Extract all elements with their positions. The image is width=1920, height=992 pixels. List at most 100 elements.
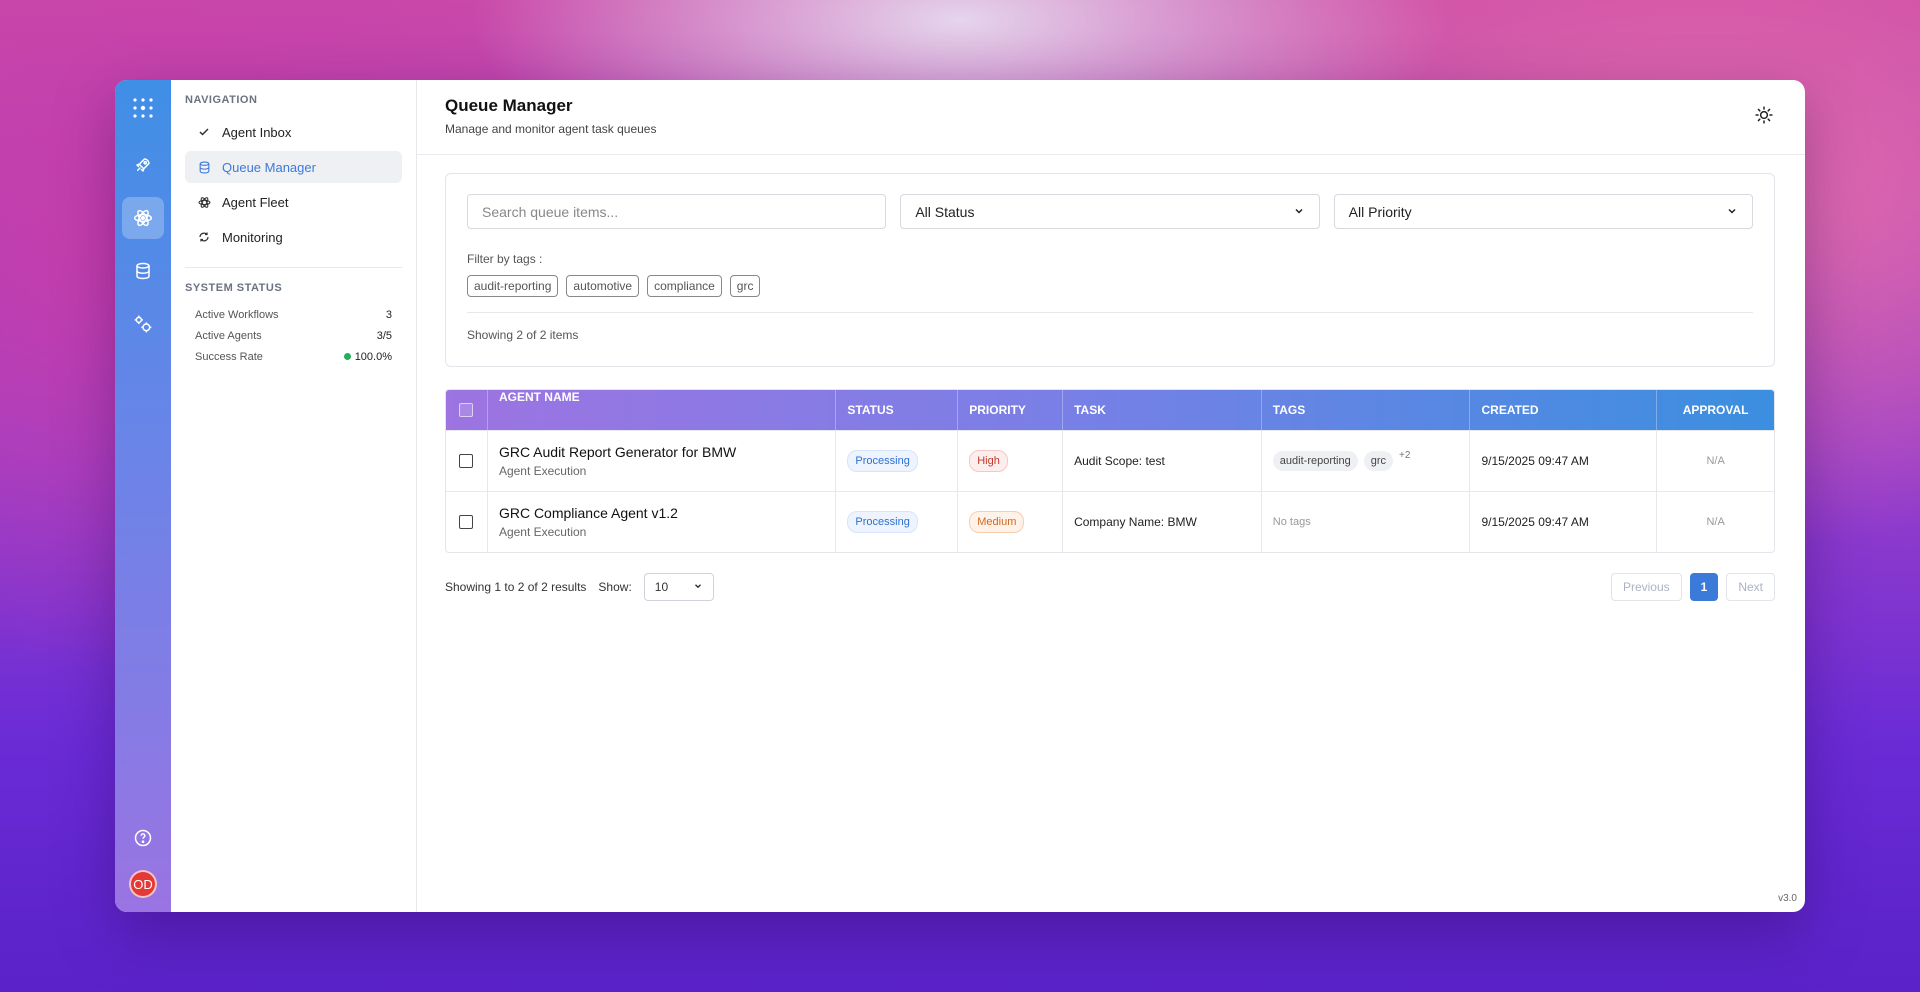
column-header[interactable]: STATUS <box>836 390 959 430</box>
atom-icon <box>197 195 211 209</box>
nav-item-label: Agent Inbox <box>222 124 292 140</box>
divider <box>467 312 1753 313</box>
status-badge: Processing <box>847 511 918 533</box>
approval-cell: N/A <box>1657 492 1774 552</box>
database-icon <box>197 160 211 174</box>
stat-label: Active Agents <box>195 329 262 342</box>
row-tag: grc <box>1363 451 1394 471</box>
sun-icon[interactable] <box>1755 106 1775 126</box>
chevron-down-icon <box>693 580 703 594</box>
priority-select-value: All Priority <box>1348 203 1412 220</box>
approval-value: N/A <box>1706 516 1725 528</box>
stat-value: 100.0% <box>354 350 392 363</box>
row-select-cell <box>446 431 488 491</box>
status-cell: Processing <box>836 431 959 491</box>
row-checkbox[interactable] <box>459 454 474 468</box>
tag-filter-list: audit-reporting automotive compliance gr… <box>467 275 1753 297</box>
nav-item-label: Agent Fleet <box>222 194 289 210</box>
column-header[interactable]: CREATED <box>1470 390 1658 430</box>
priority-select[interactable]: All Priority <box>1333 194 1753 229</box>
nav-item-queue-manager[interactable]: Queue Manager <box>185 151 402 183</box>
created-cell: 9/15/2025 09:47 AM <box>1470 431 1658 491</box>
icon-rail: OD <box>115 80 171 912</box>
select-all-checkbox[interactable] <box>459 403 474 417</box>
status-badge: Processing <box>847 450 918 472</box>
agent-type: Agent Execution <box>498 525 587 539</box>
tags-cell: audit-reporting grc +2 <box>1262 431 1471 491</box>
next-page-button[interactable]: Next <box>1726 573 1775 601</box>
page-header: Queue Manager Manage and monitor agent t… <box>417 80 1805 155</box>
nav-heading: NAVIGATION <box>185 94 258 106</box>
tags-cell: No tags <box>1262 492 1471 552</box>
row-tag: audit-reporting <box>1272 451 1358 471</box>
column-header[interactable]: PRIORITY <box>958 390 1064 430</box>
column-header[interactable]: AGENT NAME <box>488 390 837 430</box>
approval-cell: N/A <box>1657 431 1774 491</box>
page-button[interactable]: 1 <box>1689 573 1719 601</box>
queue-table: AGENT NAME STATUS PRIORITY TASK TAGS CRE… <box>445 389 1775 553</box>
nav-item-label: Monitoring <box>222 229 283 245</box>
tag-filter-chip[interactable]: grc <box>729 275 761 297</box>
agent-type: Agent Execution <box>498 464 587 478</box>
status-select[interactable]: All Status <box>900 194 1320 229</box>
stat-value-wrap: 100.0% <box>343 350 392 363</box>
system-status-heading: SYSTEM STATUS <box>185 282 283 294</box>
items-count: Showing 2 of 2 items <box>467 328 579 342</box>
page-subtitle: Manage and monitor agent task queues <box>445 122 657 136</box>
help-icon[interactable] <box>134 829 152 852</box>
pagination: Showing 1 to 2 of 2 results Show: 10 Pre… <box>445 573 1775 601</box>
nav-item-agent-fleet[interactable]: Agent Fleet <box>185 186 402 218</box>
nav-item-label: Queue Manager <box>222 159 316 175</box>
priority-badge: High <box>969 450 1008 472</box>
table-row[interactable]: GRC Compliance Agent v1.2 Agent Executio… <box>446 491 1774 552</box>
more-tags-count[interactable]: +2 <box>1399 450 1410 461</box>
stat-label: Active Workflows <box>195 308 279 321</box>
logo-icon[interactable] <box>129 94 157 122</box>
stat-success-rate: Success Rate 100.0% <box>185 346 402 367</box>
database-icon[interactable] <box>122 250 164 292</box>
main-content: Queue Manager Manage and monitor agent t… <box>417 80 1805 912</box>
check-icon <box>197 125 211 139</box>
table-header: AGENT NAME STATUS PRIORITY TASK TAGS CRE… <box>446 390 1774 430</box>
search-input[interactable] <box>467 194 887 229</box>
tags-filter-label: Filter by tags : <box>467 252 543 266</box>
table-row[interactable]: GRC Audit Report Generator for BMW Agent… <box>446 430 1774 491</box>
status-cell: Processing <box>836 492 959 552</box>
column-header[interactable]: TASK <box>1063 390 1262 430</box>
stat-value: 3 <box>385 308 392 321</box>
select-all-cell <box>446 390 488 430</box>
nav-item-monitoring[interactable]: Monitoring <box>185 221 402 253</box>
agent-cell: GRC Compliance Agent v1.2 Agent Executio… <box>488 492 837 552</box>
chevron-down-icon <box>1293 204 1305 220</box>
column-header[interactable]: TAGS <box>1262 390 1471 430</box>
rocket-icon[interactable] <box>122 144 164 186</box>
status-dot-icon <box>343 353 351 361</box>
avatar[interactable]: OD <box>129 870 157 898</box>
created-cell: 9/15/2025 09:47 AM <box>1470 492 1658 552</box>
status-select-value: All Status <box>915 203 975 220</box>
divider <box>185 267 402 268</box>
settings-gears-icon[interactable] <box>122 303 164 345</box>
stat-active-workflows: Active Workflows 3 <box>185 304 402 325</box>
nav-item-agent-inbox[interactable]: Agent Inbox <box>185 116 402 148</box>
priority-badge: Medium <box>969 511 1025 533</box>
task-cell: Company Name: BMW <box>1063 492 1262 552</box>
page-size-label: Show: <box>598 580 632 594</box>
column-header[interactable]: APPROVAL <box>1657 390 1774 430</box>
chevron-down-icon <box>1726 204 1738 220</box>
no-tags-text: No tags <box>1272 516 1311 528</box>
stat-value: 3/5 <box>376 329 392 342</box>
tag-filter-chip[interactable]: audit-reporting <box>467 275 559 297</box>
refresh-icon <box>197 230 211 244</box>
filters-panel: All Status All Priority Filter by tags :… <box>445 173 1775 367</box>
agent-cell: GRC Audit Report Generator for BMW Agent… <box>488 431 837 491</box>
agent-name: GRC Compliance Agent v1.2 <box>498 505 678 521</box>
page-size-value: 10 <box>654 580 669 594</box>
row-checkbox[interactable] <box>459 515 474 529</box>
tag-filter-chip[interactable]: automotive <box>566 275 640 297</box>
previous-page-button[interactable]: Previous <box>1610 573 1682 601</box>
task-cell: Audit Scope: test <box>1063 431 1262 491</box>
tag-filter-chip[interactable]: compliance <box>647 275 722 297</box>
atom-icon[interactable] <box>122 197 164 239</box>
page-size-select[interactable]: 10 <box>643 573 714 601</box>
